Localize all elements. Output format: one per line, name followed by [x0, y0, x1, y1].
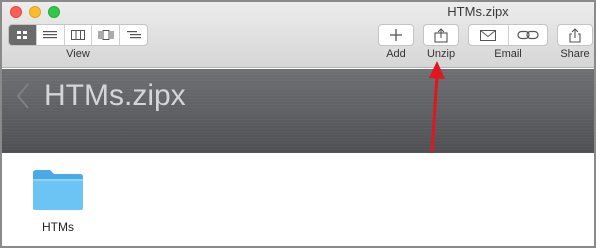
- folder-icon: [33, 170, 83, 210]
- archive-contents: HTMs: [2, 153, 594, 246]
- view-coverflow-button[interactable]: [92, 25, 121, 45]
- unzip-label: Unzip: [426, 48, 456, 60]
- folder-label: HTMs: [42, 220, 74, 234]
- columns-icon: [70, 30, 85, 40]
- archive-window: HTMs.zipx View Add Unzip Email Share HTM…: [0, 0, 596, 248]
- view-tree-button[interactable]: [120, 25, 147, 45]
- path-bar: HTMs.zipx: [2, 69, 594, 153]
- toolbar: HTMs.zipx View Add Unzip Email Share: [2, 2, 594, 68]
- view-columns-button[interactable]: [65, 25, 93, 45]
- unzip-icon: [434, 27, 448, 43]
- view-mode-selector: [8, 24, 148, 46]
- share-label: Share: [560, 48, 590, 60]
- email-button[interactable]: [469, 25, 509, 45]
- share-icon: [569, 27, 581, 43]
- unzip-button[interactable]: [423, 24, 459, 46]
- grid-icon: [17, 31, 28, 39]
- add-button[interactable]: [378, 24, 414, 46]
- link-icon: [517, 30, 539, 40]
- window-title: HTMs.zipx: [447, 4, 509, 19]
- email-link-button[interactable]: [509, 25, 548, 45]
- tree-list-icon: [126, 31, 141, 39]
- archive-title: HTMs.zipx: [44, 79, 186, 112]
- back-chevron-icon[interactable]: [16, 83, 30, 109]
- coverflow-icon: [98, 30, 114, 40]
- view-list-button[interactable]: [37, 25, 65, 45]
- view-label: View: [66, 48, 90, 60]
- email-button-group: [468, 24, 548, 46]
- envelope-icon: [480, 29, 497, 41]
- plus-icon: [390, 29, 402, 41]
- share-button[interactable]: [557, 24, 593, 46]
- folder-item[interactable]: HTMs: [28, 167, 88, 234]
- list-icon: [43, 31, 58, 39]
- email-label: Email: [494, 48, 522, 60]
- add-label: Add: [386, 48, 406, 60]
- view-icon-button[interactable]: [9, 25, 37, 45]
